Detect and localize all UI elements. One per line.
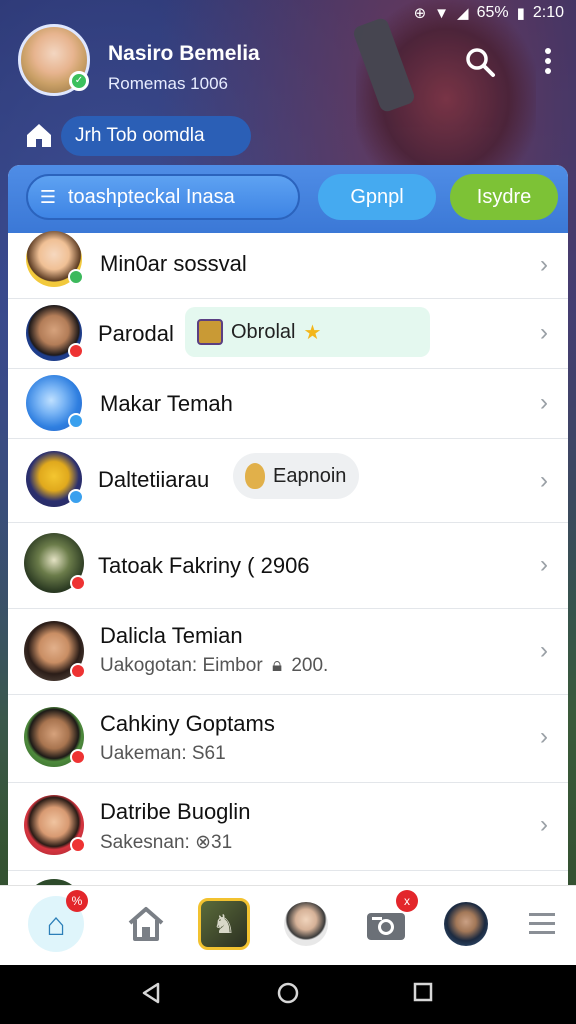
list-item[interactable]: Min0ar sossval › <box>8 231 568 299</box>
group-button[interactable]: Gpnpl <box>318 174 436 220</box>
notification-badge: x <box>396 890 418 912</box>
row-title: Dalicla Temian <box>100 623 243 648</box>
status-badge <box>70 749 86 765</box>
avatar <box>24 707 86 767</box>
row-subtitle: Uakogotan: Eimbor 🔒︎ 200. <box>100 655 328 677</box>
tag-label: Obrolal <box>231 320 296 343</box>
status-badge <box>68 269 84 285</box>
status-tag[interactable]: Eapnoin <box>233 453 359 499</box>
row-title: Min0ar sossval <box>100 251 247 276</box>
row-title: Cahkiny Goptams <box>100 711 275 736</box>
status-bar: ⊕ ▼ ◢ 65% ▮ 2:10 <box>0 0 576 26</box>
list-item[interactable]: Cahkiny Goptams Uakeman: S61 › <box>8 695 568 783</box>
subtitle-value: 200. <box>291 655 329 676</box>
list-item[interactable]: Parodal Obrolal ★ › <box>8 299 568 369</box>
wifi-icon: ▼ <box>434 4 450 22</box>
nav-tab-profile[interactable] <box>438 896 494 952</box>
list-item[interactable]: Dalicla Temian Uakogotan: Eimbor 🔒︎ 200.… <box>8 609 568 695</box>
avatar <box>24 533 86 593</box>
chevron-right-icon: › <box>540 319 548 346</box>
currency-icon: ⊗ <box>195 832 211 853</box>
battery-icon: ▮ <box>516 5 525 22</box>
lock-icon: 🔒︎ <box>271 655 283 676</box>
subtitle-value: 31 <box>211 832 233 853</box>
search-pill-label: toashpteckal Inasa <box>68 185 235 208</box>
toolbar: ☰ toashpteckal Inasa Gpnpl Isydre <box>8 165 568 233</box>
menu-icon[interactable] <box>514 896 570 952</box>
status-badge <box>70 663 86 679</box>
chevron-right-icon: › <box>540 467 548 494</box>
list-item[interactable]: Tatoak Fakriny ( 2906 › <box>8 523 568 609</box>
online-status-icon: ✓ <box>69 71 89 91</box>
status-badge <box>68 489 84 505</box>
home-button-icon[interactable] <box>276 981 300 1012</box>
home-icon <box>128 907 164 941</box>
subtitle-text: Uakogotan: Eimbor <box>100 655 263 676</box>
list-item[interactable] <box>8 871 568 885</box>
avatar <box>24 795 86 855</box>
profile-card-icon: ⌂ <box>46 905 66 942</box>
chevron-right-icon: › <box>540 251 548 278</box>
list-item[interactable]: Datribe Buoglin Sakesnan: ⊗31 › <box>8 783 568 871</box>
row-title: Makar Temah <box>100 391 233 416</box>
row-title: Daltetiiarau <box>98 467 210 492</box>
status-badge <box>68 413 84 429</box>
status-badge <box>70 575 86 591</box>
chevron-right-icon: › <box>540 637 548 664</box>
status-badge <box>68 343 84 359</box>
tag-label: Eapnoin <box>273 464 347 487</box>
egg-icon <box>245 463 265 489</box>
profile-avatar[interactable]: ✓ <box>18 24 90 96</box>
system-navigation-bar <box>0 965 576 1024</box>
row-subtitle: Uakeman: S61 <box>100 743 226 764</box>
nav-tab-camera[interactable]: x <box>358 890 418 952</box>
avatar <box>26 375 84 431</box>
subtitle-text: Sakesnan: <box>100 832 196 853</box>
badge-icon <box>197 319 223 345</box>
vibrate-icon: ⊕ <box>413 5 427 22</box>
more-options-icon[interactable] <box>538 46 558 81</box>
star-icon: ★ <box>303 321 322 344</box>
home-small-icon[interactable] <box>24 120 54 150</box>
row-title: Parodal <box>98 321 174 346</box>
main-panel: ☰ toashpteckal Inasa Gpnpl Isydre Min0ar… <box>8 165 568 885</box>
list-icon: ☰ <box>39 186 57 207</box>
profile-avatar-icon <box>444 902 488 946</box>
chevron-right-icon: › <box>540 389 548 416</box>
nav-tab-game[interactable]: ♞ <box>198 898 250 950</box>
chevron-right-icon: › <box>540 551 548 578</box>
list-item[interactable]: Makar Temah › <box>8 369 568 439</box>
back-icon[interactable] <box>140 981 162 1012</box>
person-icon <box>284 902 328 946</box>
battery-percent: 65% <box>476 4 509 21</box>
recents-icon[interactable] <box>412 981 434 1010</box>
signal-icon: ◢ <box>457 5 469 22</box>
search-icon[interactable] <box>464 46 496 83</box>
avatar <box>24 621 86 681</box>
group-chip[interactable]: Jrh Tob oomdla <box>61 116 251 156</box>
share-button[interactable]: Isydre <box>450 174 558 220</box>
chevron-right-icon: › <box>540 811 548 838</box>
notification-badge: % <box>66 890 88 912</box>
chevron-right-icon: › <box>540 723 548 750</box>
bottom-navigation: ⌂ % ♞ x <box>0 885 576 965</box>
list-item[interactable]: Daltetiiarau Eapnoin › <box>8 439 568 523</box>
search-pill[interactable]: ☰ toashpteckal Inasa <box>26 174 300 220</box>
row-subtitle: Sakesnan: ⊗31 <box>100 831 232 854</box>
row-title: Tatoak Fakriny ( 2906 <box>98 553 310 578</box>
nav-tab-home[interactable] <box>118 896 174 952</box>
row-title: Datribe Buoglin <box>100 799 251 824</box>
avatar <box>26 305 84 361</box>
profile-name: Nasiro Bemelia <box>108 42 260 65</box>
status-tag[interactable]: Obrolal ★ <box>185 307 430 357</box>
clock: 2:10 <box>532 4 564 21</box>
nav-tab-friends[interactable] <box>278 896 334 952</box>
game-icon: ♞ <box>212 908 236 939</box>
status-badge <box>70 837 86 853</box>
profile-subtitle: Romemas 1006 <box>108 74 229 93</box>
avatar <box>26 451 84 507</box>
nav-tab-activity[interactable]: ⌂ % <box>28 890 88 952</box>
avatar <box>26 231 84 287</box>
